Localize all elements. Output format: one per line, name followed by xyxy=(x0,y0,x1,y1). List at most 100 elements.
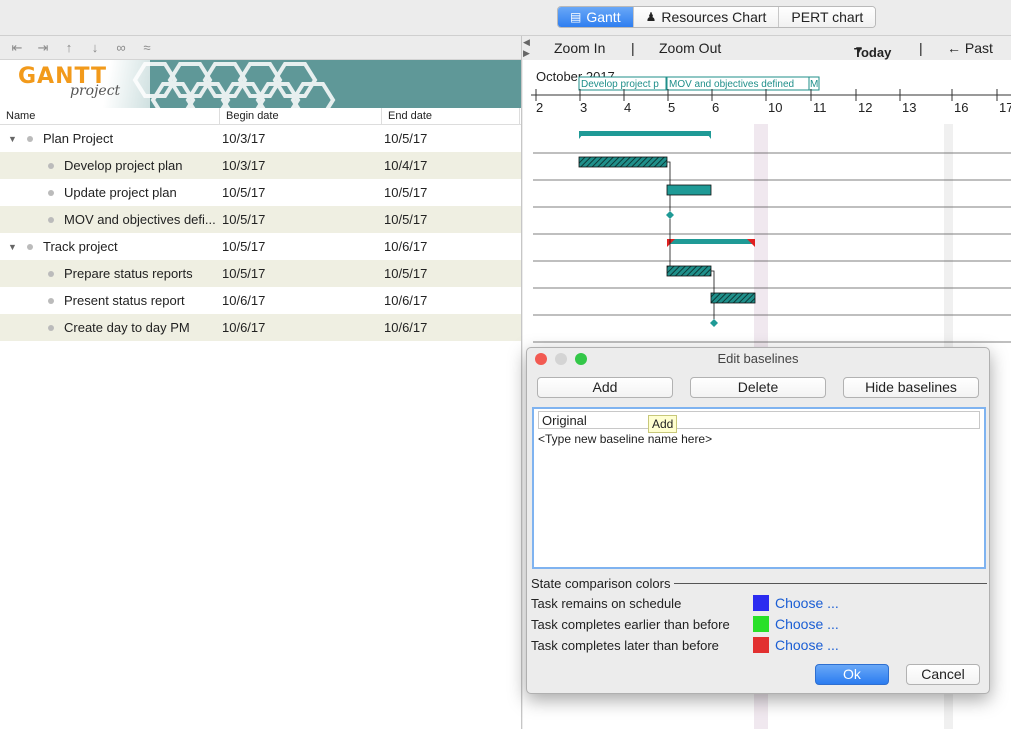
hide-baselines-button[interactable]: Hide baselines xyxy=(843,377,979,398)
task-bar[interactable] xyxy=(710,292,756,304)
table-header: Name Begin date End date xyxy=(0,108,521,125)
close-window-icon[interactable] xyxy=(535,353,547,365)
zoom-out-button[interactable]: Zoom Out xyxy=(659,40,721,56)
task-name: Develop project plan xyxy=(64,158,183,173)
col-name[interactable]: Name xyxy=(0,108,220,124)
link-icon[interactable]: ∞ xyxy=(114,40,128,55)
day-label: 12 xyxy=(858,100,872,115)
cancel-button[interactable]: Cancel xyxy=(906,664,980,685)
state-colors-section: State comparison colors xyxy=(531,576,987,591)
minimize-window-icon xyxy=(555,353,567,365)
day-label: 5 xyxy=(668,100,675,115)
zoom-window-icon[interactable] xyxy=(575,353,587,365)
tab-gantt[interactable]: ▤ Gantt xyxy=(558,7,634,27)
end-date: 10/6/17 xyxy=(384,239,428,254)
tab-resources-chart[interactable]: ♟ Resources Chart xyxy=(633,7,780,27)
task-name: Update project plan xyxy=(64,185,177,200)
move-up-icon[interactable]: ↑ xyxy=(62,40,76,55)
top-bar: ▤ Gantt ♟ Resources Chart PERT chart xyxy=(0,0,1011,36)
collapse-arrows-icon[interactable]: ◀ ▶ xyxy=(523,37,530,59)
table-row[interactable]: Present status report 10/6/17 10/6/17 xyxy=(0,287,521,314)
end-date: 10/5/17 xyxy=(384,131,428,146)
day-label: 2 xyxy=(536,100,543,115)
delete-baseline-button[interactable]: Delete xyxy=(690,377,826,398)
new-baseline-input[interactable]: <Type new baseline name here> xyxy=(538,429,984,449)
task-bullet-icon xyxy=(27,135,33,142)
table-row[interactable]: Create day to day PM 10/6/17 10/6/17 xyxy=(0,314,521,341)
begin-date: 10/3/17 xyxy=(222,131,266,146)
table-row[interactable]: ▼ Track project 10/5/17 10/6/17 xyxy=(0,233,521,260)
move-down-icon[interactable]: ↓ xyxy=(88,40,102,55)
color-row: Task completes later than before Choose … xyxy=(531,635,991,655)
color-row-label: Task completes later than before xyxy=(531,637,719,653)
collapse-triangle-icon[interactable]: ▼ xyxy=(8,134,20,144)
table-row[interactable]: Develop project plan 10/3/17 10/4/17 xyxy=(0,152,521,179)
table-row[interactable]: MOV and objectives defi... 10/5/17 10/5/… xyxy=(0,206,521,233)
baseline-item[interactable]: Original xyxy=(538,411,980,429)
color-row: Task completes earlier than before Choos… xyxy=(531,614,991,634)
begin-date: 10/5/17 xyxy=(222,185,266,200)
task-bar[interactable] xyxy=(578,156,668,168)
logo-project-text: project xyxy=(70,83,121,99)
choose-color-link[interactable]: Choose ... xyxy=(775,595,839,611)
task-bar[interactable] xyxy=(666,265,712,277)
task-bar[interactable] xyxy=(666,184,712,196)
table-row[interactable]: ▼ Plan Project 10/3/17 10/5/17 xyxy=(0,125,521,152)
col-begin-date[interactable]: Begin date xyxy=(220,108,382,124)
table-row[interactable]: Prepare status reports 10/5/17 10/5/17 xyxy=(0,260,521,287)
day-label: 6 xyxy=(712,100,719,115)
begin-date: 10/5/17 xyxy=(222,266,266,281)
ganttproject-banner: GANTT project xyxy=(0,60,521,108)
col-end-date[interactable]: End date xyxy=(382,108,520,124)
gantt-toolbar: ◀ ▶ Zoom In | Zoom Out Today ▼ | ← Past xyxy=(523,36,1011,60)
edit-baselines-dialog: Edit baselines Add Delete Hide baselines… xyxy=(526,347,990,694)
unlink-icon[interactable]: ≈ xyxy=(140,40,154,55)
day-label: 10 xyxy=(768,100,782,115)
tab-pert-chart[interactable]: PERT chart xyxy=(779,7,876,27)
end-date: 10/4/17 xyxy=(384,158,428,173)
tab-pert-label: PERT chart xyxy=(791,9,864,25)
baseline-list[interactable]: Original <Type new baseline name here> xyxy=(532,407,986,569)
task-bullet-icon xyxy=(48,324,54,331)
dialog-title: Edit baselines xyxy=(717,351,799,366)
task-name: Prepare status reports xyxy=(64,266,193,281)
task-bullet-icon xyxy=(27,243,33,250)
zoom-in-button[interactable]: Zoom In xyxy=(554,40,605,56)
add-baseline-button[interactable]: Add xyxy=(537,377,673,398)
toolbar-separator: | xyxy=(631,40,635,56)
summary-bar[interactable] xyxy=(667,239,755,244)
day-label: 13 xyxy=(902,100,916,115)
task-bullet-icon xyxy=(48,270,54,277)
day-label: 11 xyxy=(813,100,827,115)
hexagon-pattern xyxy=(132,62,336,108)
collapse-triangle-icon[interactable]: ▼ xyxy=(8,242,20,252)
end-date: 10/5/17 xyxy=(384,185,428,200)
color-row-label: Task remains on schedule xyxy=(531,595,682,611)
task-name: MOV and objectives defi... xyxy=(64,212,216,227)
milestone-diamond[interactable] xyxy=(666,211,674,219)
past-button[interactable]: ← Past xyxy=(947,40,993,56)
choose-color-link[interactable]: Choose ... xyxy=(775,616,839,632)
task-bullet-icon xyxy=(48,216,54,223)
task-bullet-icon xyxy=(48,189,54,196)
task-name: Present status report xyxy=(64,293,185,308)
milestone-diamond[interactable] xyxy=(710,319,718,327)
unindent-icon[interactable]: ⇤ xyxy=(10,40,24,55)
end-date: 10/5/17 xyxy=(384,212,428,227)
chevron-down-icon: ▼ xyxy=(854,45,864,56)
table-row[interactable]: Update project plan 10/5/17 10/5/17 xyxy=(0,179,521,206)
view-tabs: ▤ Gantt ♟ Resources Chart PERT chart xyxy=(557,6,877,28)
day-label: 3 xyxy=(580,100,587,115)
choose-color-link[interactable]: Choose ... xyxy=(775,637,839,653)
color-swatch xyxy=(753,595,769,611)
summary-bar[interactable] xyxy=(579,131,711,136)
section-title: State comparison colors xyxy=(531,576,671,591)
ok-button[interactable]: Ok xyxy=(815,664,889,685)
task-name: Plan Project xyxy=(43,131,114,146)
indent-icon[interactable]: ⇥ xyxy=(36,40,50,55)
timeline-label: M xyxy=(810,79,818,90)
end-date: 10/5/17 xyxy=(384,266,428,281)
color-row-label: Task completes earlier than before xyxy=(531,616,730,632)
tab-gantt-label: Gantt xyxy=(586,9,621,25)
begin-date: 10/5/17 xyxy=(222,239,266,254)
